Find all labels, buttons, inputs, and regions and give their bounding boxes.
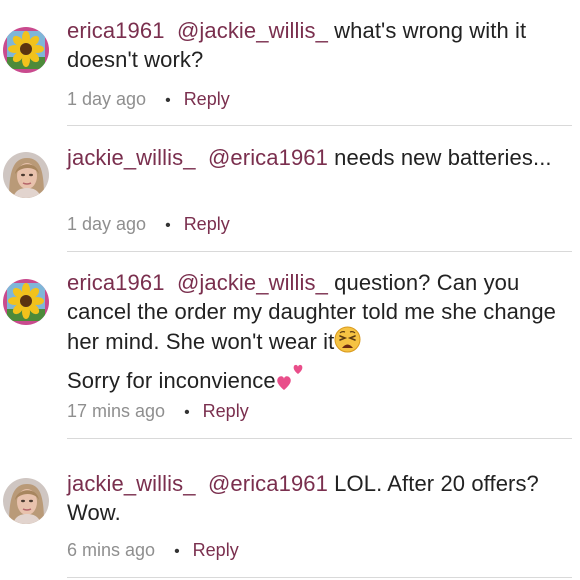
comment-text: jackie_willis_ @erica1961 LOL. After 20 … — [67, 469, 562, 527]
comment-text: jackie_willis_ @erica1961 needs new batt… — [67, 143, 562, 172]
comment-divider — [67, 577, 572, 578]
comment-timestamp: 6 mins ago — [67, 540, 156, 560]
comment-timestamp: 1 day ago — [67, 214, 147, 234]
comment-username[interactable]: erica1961 — [67, 270, 165, 295]
meta-separator: • — [165, 217, 171, 234]
comment-message-continued: Sorry for inconvience — [67, 368, 276, 393]
comment-message: needs new batteries... — [327, 145, 552, 170]
reply-button[interactable]: Reply — [184, 214, 230, 234]
erica-avatar[interactable] — [3, 279, 49, 325]
woman-portrait-avatar-icon — [3, 478, 49, 524]
comment-meta: 1 day ago • Reply — [67, 88, 230, 112]
comment-meta: 6 mins ago • Reply — [67, 539, 239, 563]
comment-mention[interactable]: @erica1961 — [208, 471, 328, 496]
comment-divider — [67, 125, 572, 126]
comment-mention[interactable]: @erica1961 — [208, 145, 328, 170]
comment-timestamp: 17 mins ago — [67, 401, 166, 421]
comment-meta: 17 mins ago • Reply — [67, 400, 249, 424]
comment-text: erica1961 @jackie_willis_ question? Can … — [67, 268, 562, 399]
comment-username[interactable]: jackie_willis_ — [67, 471, 196, 496]
reply-button[interactable]: Reply — [193, 540, 239, 560]
reply-button[interactable]: Reply — [184, 89, 230, 109]
erica-avatar[interactable] — [3, 27, 49, 73]
sunflower-avatar-icon — [3, 279, 49, 325]
comment-text: erica1961 @jackie_willis_ what's wrong w… — [67, 16, 562, 74]
comment-mention[interactable]: @jackie_willis_ — [177, 270, 328, 295]
meta-separator: • — [184, 404, 190, 421]
jackie-avatar[interactable] — [3, 152, 49, 198]
comment-divider — [67, 251, 572, 252]
comment-username[interactable]: jackie_willis_ — [67, 145, 196, 170]
comment-divider — [67, 438, 572, 439]
sunflower-avatar-icon — [3, 27, 49, 73]
comment-mention[interactable]: @jackie_willis_ — [177, 18, 328, 43]
jackie-avatar[interactable] — [3, 478, 49, 524]
two-hearts-emoji-icon — [276, 360, 308, 399]
meta-separator: • — [174, 543, 180, 560]
comment-timestamp: 1 day ago — [67, 89, 147, 109]
reply-button[interactable]: Reply — [203, 401, 249, 421]
comment-meta: 1 day ago • Reply — [67, 213, 230, 237]
weary-face-emoji-icon — [334, 326, 361, 360]
meta-separator: • — [165, 92, 171, 109]
comment-username[interactable]: erica1961 — [67, 18, 165, 43]
woman-portrait-avatar-icon — [3, 152, 49, 198]
